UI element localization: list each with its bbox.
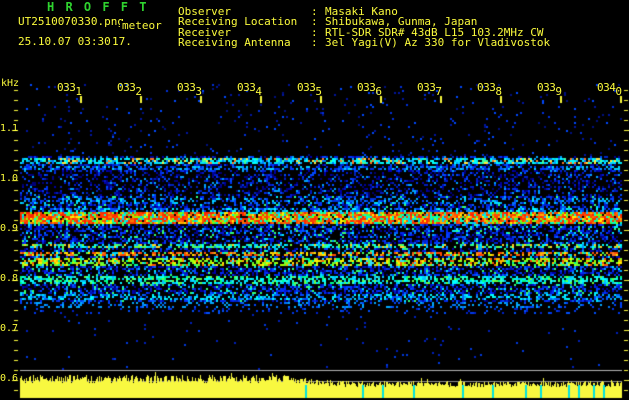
time-label-main: 033: [357, 81, 376, 94]
time-label-main: 033: [297, 81, 316, 94]
time-label: 0336: [357, 81, 382, 97]
time-label-last-digit: 3: [195, 85, 202, 98]
time-label-last-digit: 2: [135, 85, 142, 98]
time-label-main: 033: [117, 81, 136, 94]
time-label-last-digit: 5: [315, 85, 322, 98]
filename-text: UT2510070330.png: [18, 15, 124, 28]
freq-unit-label: kHz: [1, 78, 20, 89]
time-label: 0339: [537, 81, 562, 97]
station-label: meteor: [120, 19, 162, 32]
time-label-last-digit: 8: [495, 85, 502, 98]
freq-label: 0.7: [0, 323, 19, 334]
freq-label: 0.8: [0, 273, 19, 284]
hrofft-screen: H R O F F T UT2510070330.png meteor 25.1…: [0, 0, 629, 400]
time-label: 0337: [417, 81, 442, 97]
time-label: 0333: [177, 81, 202, 97]
time-label: 0335: [297, 81, 322, 97]
time-label-main: 033: [177, 81, 196, 94]
time-label-main: 033: [237, 81, 256, 94]
time-label: 0331: [57, 81, 82, 97]
app-title: H R O F F T: [47, 0, 149, 14]
time-label: 0338: [477, 81, 502, 97]
time-label-main: 033: [477, 81, 496, 94]
freq-label: 1.1: [0, 123, 19, 134]
spectrogram-canvas: [0, 0, 629, 400]
time-label-last-digit: 7: [435, 85, 442, 98]
info-colon: :: [311, 35, 318, 49]
freq-label: 1.0: [0, 173, 19, 184]
time-label-last-digit: 6: [375, 85, 382, 98]
info-label: Receiving Antenna: [178, 35, 291, 49]
time-label-last-digit: 4: [255, 85, 262, 98]
time-label-main: 033: [417, 81, 436, 94]
datetime-text: 25.10.07 03:30: [18, 35, 111, 48]
time-label: 0340: [597, 81, 622, 97]
time-label: 0332: [117, 81, 142, 97]
time-label-last-digit: 9: [555, 85, 562, 98]
time-label-last-digit: 0: [615, 85, 622, 98]
time-label-main: 033: [537, 81, 556, 94]
freq-label: 0.9: [0, 223, 19, 234]
freq-label: 0.6: [0, 373, 19, 384]
time-label-main: 034: [597, 81, 616, 94]
time-label-last-digit: 1: [75, 85, 82, 98]
info-value: 3el Yagi(V) Az 330 for Vladivostok: [325, 35, 551, 49]
echo-count: 17.: [112, 35, 132, 48]
time-label: 0334: [237, 81, 262, 97]
info-row: Receiving Antenna:3el Yagi(V) Az 330 for…: [178, 35, 551, 49]
time-label-main: 033: [57, 81, 76, 94]
